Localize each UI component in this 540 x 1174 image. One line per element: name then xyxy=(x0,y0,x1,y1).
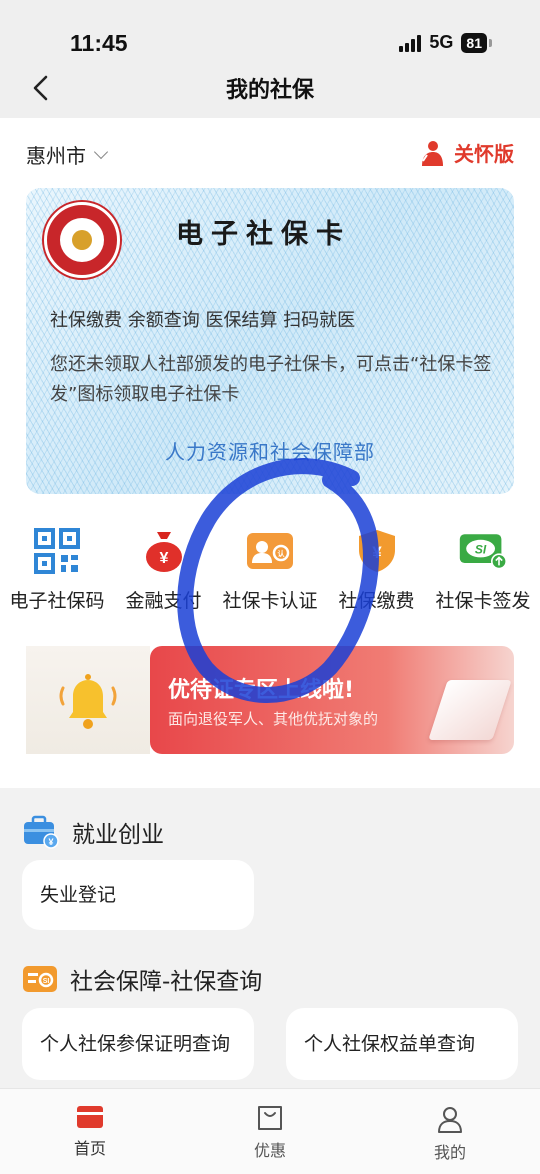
care-mode-label: 关怀版 xyxy=(454,142,514,166)
briefcase-icon: ¥ xyxy=(24,815,59,849)
e-social-security-card[interactable]: 电子社保卡 社保缴费 余额查询 医保结算 扫码就医 您还未领取人社部颁发的电子社… xyxy=(26,188,514,494)
bag-icon xyxy=(258,1106,282,1130)
page-title: 我的社保 xyxy=(225,78,314,103)
status-indicators: 5G 81 xyxy=(399,32,492,53)
banner-content: 优待证专区上线啦! 面向退役军人、其他优抚对象的 xyxy=(150,646,514,754)
money-bag-icon: ¥ xyxy=(140,528,188,574)
service-sections: ¥ 就业创业 失业登记 SI 社会保障-社保查询 个人社保参保证明查询 个人社保… xyxy=(0,788,540,1088)
qr-code-icon xyxy=(33,528,81,574)
tab-mine[interactable]: 我的 xyxy=(360,1089,540,1174)
card-title: 电子社保卡 xyxy=(176,219,351,250)
tab-label: 我的 xyxy=(433,1143,466,1162)
svg-text:SI: SI xyxy=(43,978,50,985)
service-label: 电子社保码 xyxy=(9,590,105,612)
section-employment-header: ¥ 就业创业 xyxy=(22,814,164,850)
elderly-care-icon xyxy=(422,140,443,166)
tile-label: 个人社保权益单查询 xyxy=(304,1033,476,1055)
social-security-query-icon: SI xyxy=(23,966,57,992)
shield-yuan-icon: ¥ xyxy=(353,528,401,574)
bottom-tab-bar: 首页 优惠 我的 xyxy=(0,1088,540,1174)
tab-home[interactable]: 首页 xyxy=(0,1089,180,1174)
card-description: 您还未领取人社部颁发的电子社保卡，可点击“社保卡签发”图标领取电子社保卡 xyxy=(50,354,492,405)
service-card-issuance[interactable]: SI 社保卡签发 xyxy=(430,528,536,613)
tab-offers[interactable]: 优惠 xyxy=(180,1089,360,1174)
banner-bell-panel xyxy=(26,646,150,754)
service-payment[interactable]: ¥ 社保缴费 xyxy=(324,528,430,613)
section-title: 就业创业 xyxy=(72,822,164,848)
network-type: 5G xyxy=(429,32,454,52)
si-card-issue-icon: SI xyxy=(459,528,507,574)
tile-label: 个人社保参保证明查询 xyxy=(40,1033,231,1055)
section-social-security-header: SI 社会保障-社保查询 xyxy=(22,962,262,996)
service-financial-payment[interactable]: ¥ 金融支付 xyxy=(111,528,217,613)
banner-subtitle: 面向退役军人、其他优抚对象的 xyxy=(168,710,379,728)
care-mode-button[interactable]: 关怀版 xyxy=(418,138,514,167)
service-e-social-code[interactable]: 电子社保码 xyxy=(4,528,110,613)
section-title: 社会保障-社保查询 xyxy=(70,969,263,995)
tile-label: 失业登记 xyxy=(40,884,117,906)
service-shortcuts: 电子社保码 ¥ 金融支付 认 社保卡认证 ¥ 社保缴费 SI 社保卡签发 xyxy=(0,528,540,613)
tab-label: 首页 xyxy=(73,1139,106,1158)
svg-text:认: 认 xyxy=(278,549,286,558)
tile-insurance-certificate-query[interactable]: 个人社保参保证明查询 xyxy=(22,1008,254,1080)
svg-text:¥: ¥ xyxy=(372,543,382,562)
person-icon xyxy=(438,1107,462,1133)
tile-rights-statement-query[interactable]: 个人社保权益单查询 xyxy=(286,1008,518,1080)
service-label: 社保卡认证 xyxy=(222,590,318,612)
social-security-seal-icon xyxy=(44,202,120,278)
service-label: 社保卡签发 xyxy=(435,590,531,612)
city-selector[interactable]: 惠州市 xyxy=(26,140,109,169)
card-issuer: 人力资源和社会保障部 xyxy=(165,440,375,464)
svg-text:¥: ¥ xyxy=(48,837,53,847)
battery-icon xyxy=(489,38,492,47)
city-name: 惠州市 xyxy=(26,144,86,168)
chevron-down-icon xyxy=(93,144,109,159)
top-bar: 11:45 5G 81 我的社保 xyxy=(0,0,540,118)
bell-icon xyxy=(59,674,117,729)
service-label: 金融支付 xyxy=(125,590,202,612)
tile-unemployment-registration[interactable]: 失业登记 xyxy=(22,860,254,930)
id-card-auth-icon: 认 xyxy=(246,528,294,574)
tab-label: 优惠 xyxy=(253,1141,286,1160)
certificate-illustration xyxy=(428,680,512,740)
svg-text:SI: SI xyxy=(475,542,487,556)
service-label: 社保缴费 xyxy=(338,590,415,612)
banner-title: 优待证专区上线啦! xyxy=(168,678,355,703)
service-card-authentication[interactable]: 认 社保卡认证 xyxy=(217,528,323,613)
status-time: 11:45 xyxy=(70,30,128,56)
battery-level: 81 xyxy=(461,32,487,53)
signal-icon xyxy=(399,34,422,52)
card-functions: 社保缴费 余额查询 医保结算 扫码就医 xyxy=(50,310,356,331)
home-card-icon xyxy=(77,1106,103,1128)
promo-banner[interactable]: 优待证专区上线啦! 面向退役军人、其他优抚对象的 xyxy=(26,646,514,754)
svg-text:¥: ¥ xyxy=(159,550,168,567)
